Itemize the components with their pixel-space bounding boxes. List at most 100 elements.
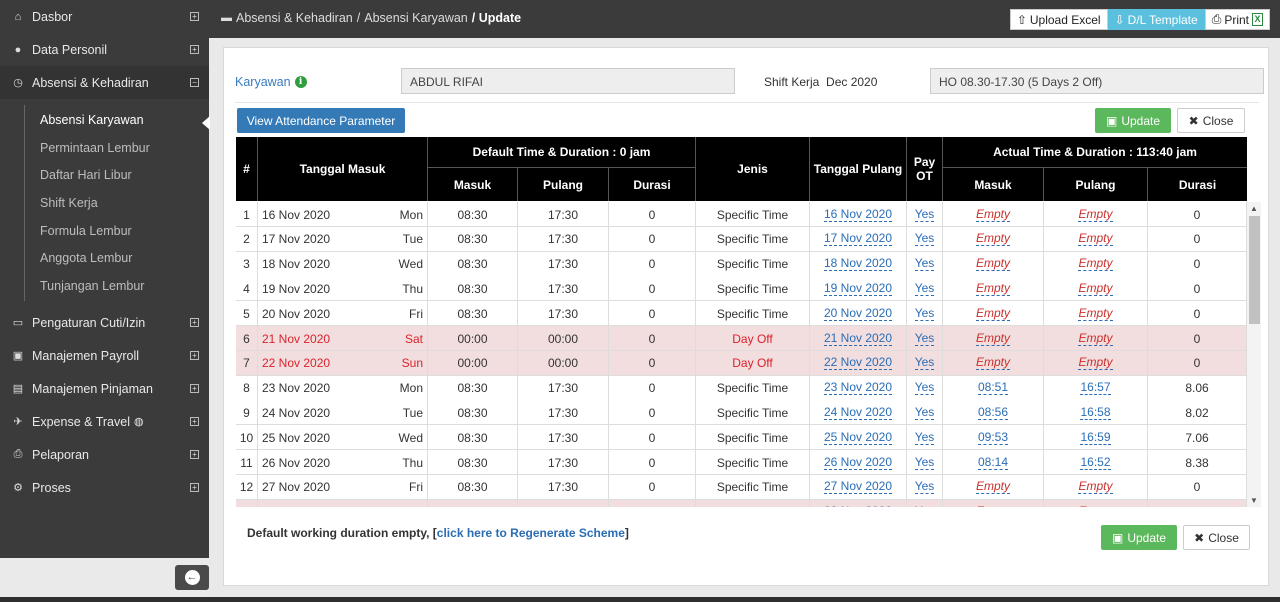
pay-ot-link[interactable]: Yes [914, 455, 935, 470]
pay-ot-link[interactable]: Yes [914, 405, 935, 420]
actual-masuk-link[interactable]: 09:53 [977, 430, 1009, 445]
view-attendance-parameter-button[interactable]: View Attendance Parameter [237, 108, 405, 133]
breadcrumb-current: / Update [471, 11, 522, 25]
tanggal-pulang-link[interactable]: 17 Nov 2020 [823, 232, 893, 247]
expand-icon[interactable]: + [190, 12, 199, 21]
tanggal-pulang-link[interactable]: 28 Nov 2020 [824, 505, 892, 507]
cell-value: Tue [402, 405, 423, 420]
actual-masuk-link[interactable]: 08:51 [977, 381, 1009, 396]
expand-icon[interactable]: + [190, 351, 199, 360]
actual-masuk-link[interactable]: Empty [975, 281, 1010, 296]
regenerate-scheme-link[interactable]: click here to Regenerate Scheme [437, 526, 625, 540]
print-button[interactable]: ⎙ Print X [1204, 9, 1270, 30]
sidebar-item-absensi-kehadiran[interactable]: ◷ Absensi & Kehadiran − [0, 66, 209, 99]
tanggal-pulang-link[interactable]: 21 Nov 2020 [823, 331, 893, 346]
actual-pulang-link[interactable]: Empty [1078, 505, 1112, 507]
actual-masuk-link[interactable]: Empty [975, 356, 1010, 371]
actual-pulang-link[interactable]: Empty [1078, 232, 1113, 247]
table-scrollbar[interactable]: ▲ ▼ [1247, 202, 1261, 507]
tanggal-pulang-link[interactable]: 18 Nov 2020 [823, 257, 893, 272]
breadcrumb-item[interactable]: Absensi & Kehadiran [236, 11, 353, 25]
pay-ot-link[interactable]: Yes [914, 257, 935, 272]
actual-pulang-link[interactable]: 16:52 [1080, 455, 1111, 470]
breadcrumb-item[interactable]: Absensi Karyawan [364, 11, 468, 25]
cell-date: 16 Nov 2020 [258, 202, 378, 227]
update-button-bottom[interactable]: ▣ Update [1101, 525, 1177, 550]
pay-ot-link[interactable]: Yes [914, 356, 935, 371]
scroll-up-icon[interactable]: ▲ [1250, 204, 1258, 213]
cell-a-durasi: 0 [1148, 474, 1247, 500]
update-button-top[interactable]: ▣ Update [1095, 108, 1171, 133]
pay-ot-link[interactable]: Yes [914, 306, 935, 321]
expand-icon[interactable]: + [190, 384, 199, 393]
sidebar-item-pengaturan-cuti[interactable]: ▭ Pengaturan Cuti/Izin + [0, 306, 209, 339]
sidebar-subitem-permintaan-lembur[interactable]: Permintaan Lembur [0, 134, 209, 161]
expand-icon[interactable]: + [190, 318, 199, 327]
expand-icon[interactable]: + [190, 483, 199, 492]
actual-masuk-link[interactable]: 08:56 [977, 405, 1009, 420]
sidebar-subitem-daftar-hari-libur[interactable]: Daftar Hari Libur [0, 161, 209, 188]
pay-ot-link[interactable]: Yes [914, 381, 935, 396]
collapse-icon[interactable]: − [190, 78, 199, 87]
tanggal-pulang-link[interactable]: 19 Nov 2020 [823, 281, 893, 296]
sidebar-subitem-shift-kerja[interactable]: Shift Kerja [0, 189, 209, 216]
actual-pulang-link[interactable]: Empty [1078, 331, 1113, 346]
pay-ot-link[interactable]: Yes [914, 430, 935, 445]
tanggal-pulang-link[interactable]: 20 Nov 2020 [823, 306, 893, 321]
sidebar-subitem-anggota-lembur[interactable]: Anggota Lembur [0, 244, 209, 271]
tanggal-pulang-link[interactable]: 22 Nov 2020 [823, 356, 893, 371]
download-template-button[interactable]: ⇩ D/L Template [1107, 9, 1205, 30]
sidebar-item-data-personil[interactable]: ● Data Personil + [0, 33, 209, 66]
sidebar-subitem-formula-lembur[interactable]: Formula Lembur [0, 217, 209, 244]
tanggal-pulang-link[interactable]: 24 Nov 2020 [823, 405, 893, 420]
tanggal-pulang-link[interactable]: 25 Nov 2020 [823, 430, 893, 445]
actual-masuk-link[interactable]: Empty [975, 331, 1010, 346]
pay-ot-link[interactable]: Yes [914, 281, 935, 296]
actual-pulang-link[interactable]: 16:59 [1080, 430, 1111, 445]
close-button-top[interactable]: ✖ Close [1177, 108, 1245, 133]
pay-ot-link[interactable]: Yes [914, 207, 935, 222]
tanggal-pulang-link[interactable]: 23 Nov 2020 [823, 381, 893, 396]
sidebar-item-manajemen-pinjaman[interactable]: ▤ Manajemen Pinjaman + [0, 372, 209, 405]
actual-pulang-link[interactable]: Empty [1078, 257, 1113, 272]
actual-pulang-link[interactable]: Empty [1078, 281, 1113, 296]
sidebar-item-dasbor[interactable]: ⌂ Dasbor + [0, 0, 209, 33]
sidebar-collapse-button[interactable]: ← [175, 565, 209, 590]
actual-pulang-link[interactable]: Empty [1078, 480, 1113, 495]
tanggal-pulang-link[interactable]: 27 Nov 2020 [823, 480, 893, 495]
actual-pulang-link[interactable]: Empty [1078, 306, 1113, 321]
actual-masuk-link[interactable]: Empty [976, 505, 1010, 507]
sidebar-item-pelaporan[interactable]: ⎙ Pelaporan + [0, 438, 209, 471]
pay-ot-link[interactable]: Yes [914, 232, 935, 247]
upload-excel-button[interactable]: ⇧ Upload Excel [1009, 9, 1108, 30]
scroll-down-icon[interactable]: ▼ [1250, 496, 1258, 505]
actual-pulang-link[interactable]: 16:57 [1080, 381, 1111, 396]
sidebar-item-manajemen-payroll[interactable]: ▣ Manajemen Payroll + [0, 339, 209, 372]
sidebar-item-expense-travel[interactable]: ✈ Expense & Travel ◍ + [0, 405, 209, 438]
actual-pulang-link[interactable]: Empty [1078, 356, 1113, 371]
expand-icon[interactable]: + [190, 45, 199, 54]
pay-ot-link[interactable]: Yes [915, 505, 935, 507]
actual-masuk-link[interactable]: Empty [975, 306, 1010, 321]
expand-icon[interactable]: + [190, 417, 199, 426]
actual-pulang-link[interactable]: 16:58 [1080, 405, 1111, 420]
scrollbar-thumb[interactable] [1249, 216, 1260, 324]
actual-masuk-link[interactable]: Empty [975, 232, 1010, 247]
actual-masuk-link[interactable]: Empty [975, 257, 1010, 272]
tanggal-pulang-link[interactable]: 16 Nov 2020 [823, 207, 893, 222]
cell-jenis: Specific Time [696, 301, 810, 327]
sidebar-item-proses[interactable]: ⚙ Proses + [0, 471, 209, 504]
actual-pulang-link[interactable]: Empty [1078, 207, 1113, 222]
pay-ot-link[interactable]: Yes [914, 331, 935, 346]
karyawan-label[interactable]: Karyawan i [235, 75, 307, 89]
pay-ot-link[interactable]: Yes [914, 480, 935, 495]
actual-masuk-link[interactable]: 08:14 [977, 455, 1009, 470]
sidebar-subitem-absensi-karyawan[interactable]: Absensi Karyawan [0, 106, 209, 133]
sidebar-subitem-tunjangan-lembur[interactable]: Tunjangan Lembur [0, 272, 209, 299]
actual-masuk-link[interactable]: Empty [975, 207, 1010, 222]
actual-masuk-link[interactable]: Empty [975, 480, 1010, 495]
tanggal-pulang-link[interactable]: 26 Nov 2020 [823, 455, 893, 470]
expand-icon[interactable]: + [190, 450, 199, 459]
info-icon[interactable]: i [294, 76, 307, 88]
close-button-bottom[interactable]: ✖ Close [1183, 525, 1250, 550]
